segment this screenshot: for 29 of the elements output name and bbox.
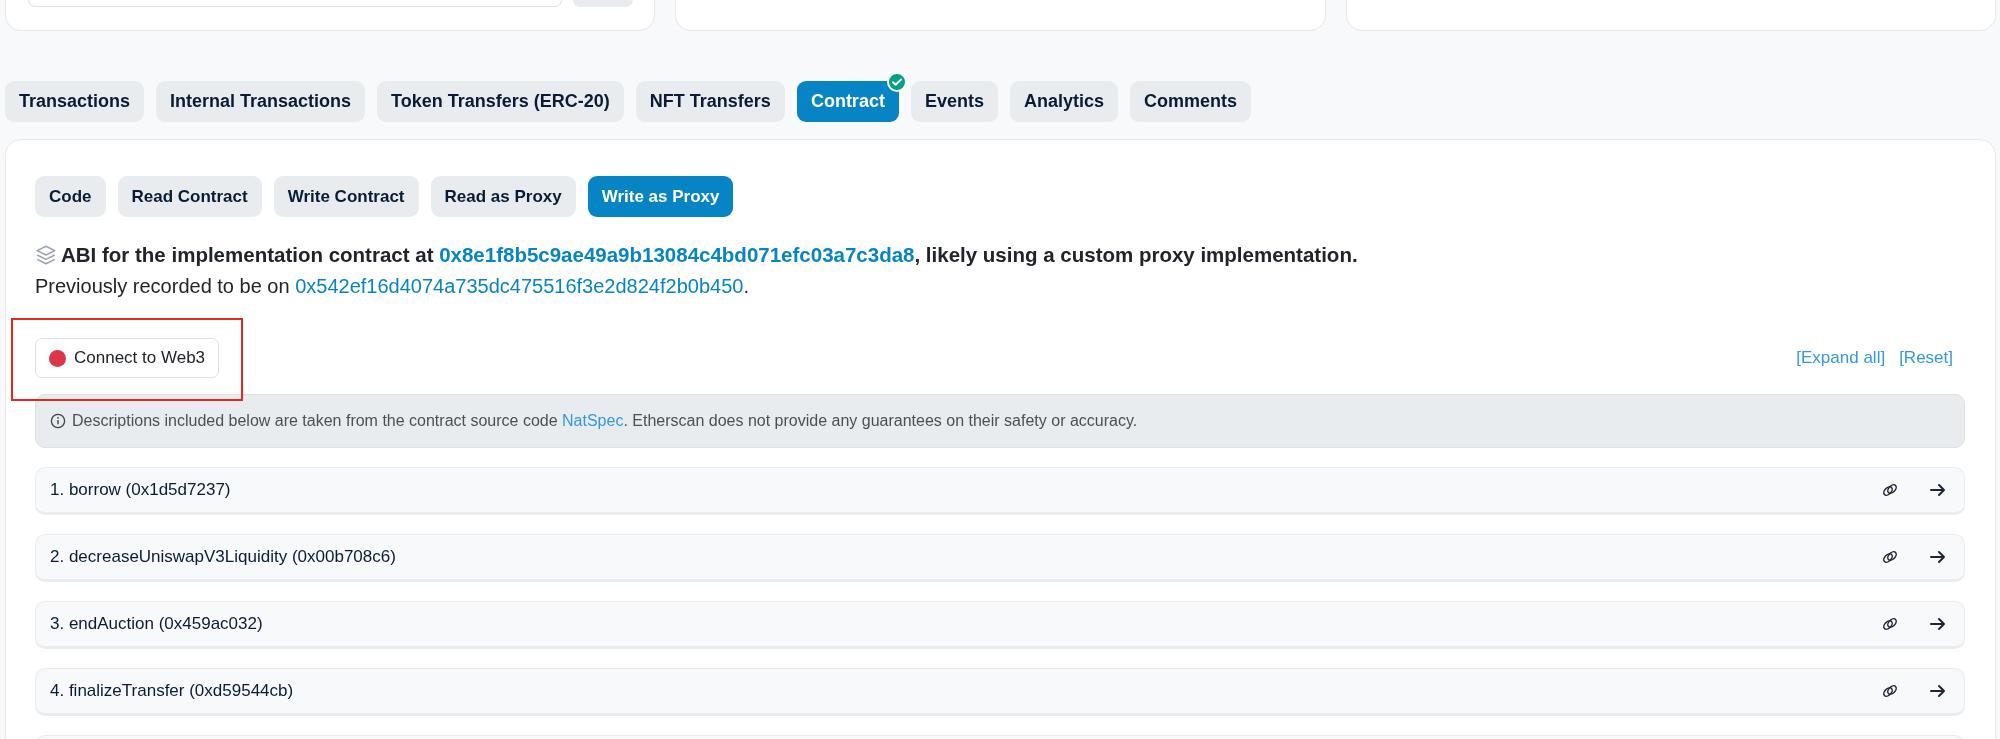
info-icon	[50, 413, 66, 429]
function-row[interactable]: 3. endAuction (0x459ac032)	[35, 601, 1965, 649]
function-row[interactable]: 2. decreaseUniswapV3Liquidity (0x00b708c6)	[35, 534, 1965, 582]
tab[interactable]: Internal Transactions	[156, 81, 366, 122]
abi-note: ABI for the implementation contract at 0x8e1f8b5c9ae49a9b13084c4bd071efc03a7c3da8, likely using a custom proxy implementation.	[61, 243, 1358, 267]
tab[interactable]: Read as Proxy	[430, 176, 576, 217]
layers-icon	[35, 244, 57, 266]
tab[interactable]: Read Contract	[117, 176, 262, 217]
function-row[interactable]: 4. finalizeTransfer (0xd59544cb)	[35, 668, 1965, 716]
tab[interactable]: Contract	[796, 81, 899, 122]
tab[interactable]: Analytics	[1009, 81, 1118, 122]
address-link[interactable]: 0x542ef16d4074a735dc475516f3e2d824f2b0b450	[295, 275, 744, 297]
function-name: 3. endAuction (0x459ac032)	[50, 614, 264, 634]
connect-button[interactable]: Connect to Web3	[35, 338, 220, 378]
notice-text: Descriptions included below are taken from the contract source code NatSpec. Etherscan does not provide any guarantees on their safety or accuracy.	[72, 412, 1138, 430]
tab[interactable]: Code	[35, 176, 106, 217]
previous-note: Previously recorded to be on 0x542ef16d4074a735dc475516f3e2d824f2b0b450.	[35, 275, 750, 298]
tab[interactable]: Comments	[1130, 81, 1251, 122]
function-name: 2. decreaseUniswapV3Liquidity (0x00b708c6)	[50, 547, 397, 567]
address-link[interactable]: 0x8e1f8b5c9ae49a9b13084c4bd071efc03a7c3da8	[439, 243, 915, 266]
tab[interactable]: Transactions	[5, 81, 145, 122]
function-row[interactable]: 1. borrow (0x1d5d7237)	[35, 467, 1965, 515]
function-name: 1. borrow (0x1d5d7237)	[50, 480, 232, 500]
function-name: 4. finalizeTransfer (0xd59544cb)	[50, 681, 295, 701]
tab[interactable]: Events	[910, 81, 998, 122]
tab[interactable]: Write Contract	[273, 176, 419, 217]
tab[interactable]: Write as Proxy	[587, 176, 734, 217]
tab[interactable]: Token Transfers (ERC-20)	[377, 81, 624, 122]
tab[interactable]: NFT Transfers	[635, 81, 785, 122]
